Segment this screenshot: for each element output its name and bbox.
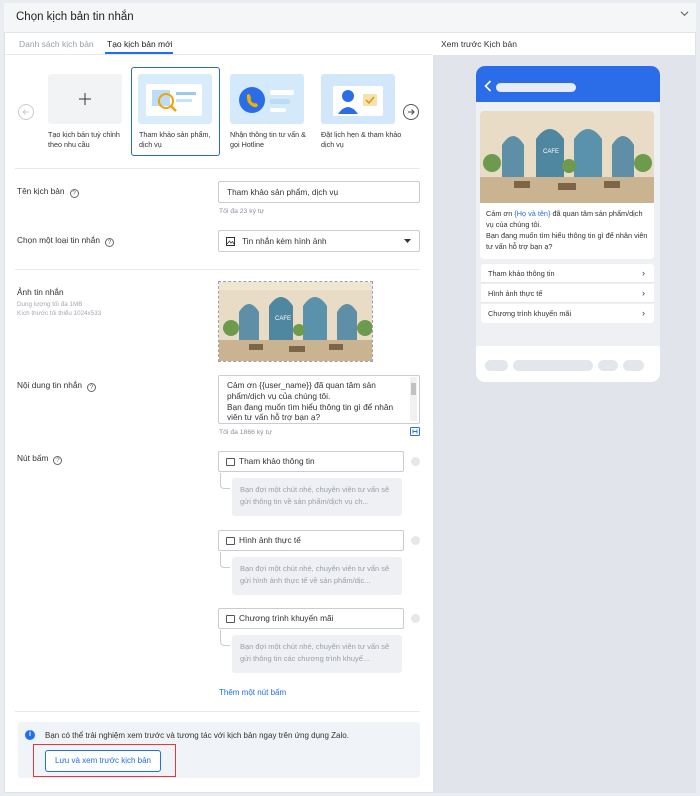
divider (15, 269, 420, 270)
input-bar-placeholder (513, 360, 593, 371)
textarea-scrollbar[interactable] (410, 377, 417, 421)
arrow-left-icon (22, 109, 29, 115)
template-custom-card[interactable] (48, 74, 122, 124)
preview-option-1[interactable]: Tham khảo thông tin › (481, 264, 654, 283)
name-hint: Tối đa 23 ký tự (219, 208, 265, 215)
message-card-image: CAFE (480, 111, 654, 203)
remove-button-icon[interactable] (411, 614, 420, 623)
template-booking-card[interactable] (321, 74, 395, 124)
chevron-right-icon: › (642, 308, 645, 318)
button-label: Tham khảo thông tin (239, 456, 315, 466)
quick-reply-button-1[interactable]: Tham khảo thông tin (218, 451, 404, 472)
scenario-name-input[interactable]: Tham khảo sản phẩm, dịch vụ (218, 181, 420, 203)
quick-reply-button-3[interactable]: Chương trình khuyến mãi (218, 608, 404, 629)
template-product-card[interactable] (138, 74, 212, 124)
greeting-text: Cảm ơn (486, 209, 515, 218)
arrow-right-icon (408, 109, 415, 115)
panel-title: Chọn kịch bản tin nhắn (16, 11, 134, 23)
preview-message-text: Cảm ơn {Họ và tên} đã quan tâm sản phẩm/… (486, 208, 650, 252)
button-label: Chương trình khuyến mãi (239, 613, 334, 623)
chevron-right-icon: › (642, 268, 645, 278)
buttons-label: Nút bấm? (17, 453, 63, 465)
help-icon[interactable]: ? (69, 189, 79, 198)
input-bar-placeholder (598, 360, 618, 371)
content-hint: Tối đa 1866 ký tự (219, 429, 272, 436)
svg-text:CAFE: CAFE (543, 149, 559, 155)
search-doc-icon (146, 84, 202, 116)
input-bar-placeholder (485, 360, 508, 371)
divider (15, 168, 420, 169)
remove-button-icon[interactable] (411, 457, 420, 466)
message-type-value: Tin nhắn kèm hình ảnh (242, 236, 327, 246)
message-icon (226, 615, 235, 623)
chevron-right-icon: › (642, 288, 645, 298)
help-icon[interactable]: ? (105, 238, 115, 247)
message-type-select[interactable]: Tin nhắn kèm hình ảnh (218, 230, 420, 252)
content-label: Nội dung tin nhắn? (17, 380, 97, 392)
button-label: Hình ảnh thực tế (239, 535, 301, 545)
info-text: Bạn có thể trải nghiệm xem trước và tươn… (45, 731, 349, 740)
active-tab-underline (105, 52, 173, 54)
preview-title: Xem trước Kịch bản (441, 39, 517, 49)
input-bar-placeholder (623, 360, 644, 371)
template-hotline-card[interactable] (230, 74, 304, 124)
image-label: Ảnh tin nhắn (17, 287, 64, 297)
template-label-product: Tham khảo sản phẩm, dịch vụ (139, 130, 211, 149)
save-preview-button[interactable]: Lưu và xem trước kịch bản (45, 750, 161, 772)
preview-option-2[interactable]: Hình ảnh thực tế › (481, 284, 654, 303)
question-text: Bạn đang muốn tìm hiểu thông tin gì để n… (486, 231, 648, 251)
remove-button-icon[interactable] (411, 536, 420, 545)
store-photo: CAFE (219, 282, 372, 361)
caret-down-icon (404, 239, 411, 243)
image-hint-size: Dung lượng tối đa 1MB (17, 301, 83, 308)
image-icon (226, 237, 235, 246)
plus-icon (79, 93, 91, 105)
message-image-upload[interactable]: CAFE (218, 281, 373, 362)
quick-reply-button-2[interactable]: Hình ảnh thực tế (218, 530, 404, 551)
carousel-next-button[interactable] (403, 104, 419, 120)
template-label-custom: Tạo kịch bản tuỳ chỉnh theo nhu cầu (48, 130, 120, 149)
message-content-textarea[interactable]: Cảm ơn {{user_name}} đã quan tâm sản phẩ… (218, 375, 420, 424)
back-chevron-icon (484, 80, 492, 92)
auto-reply-3[interactable]: Bạn đợi một chút nhé, chuyên viên tư vấn… (232, 635, 402, 673)
svg-text:CAFE: CAFE (275, 316, 291, 322)
add-button-link[interactable]: Thêm một nút bấm (219, 688, 286, 697)
tab-new-scenario[interactable]: Tạo kịch bản mới (107, 39, 173, 49)
help-icon[interactable]: ? (53, 456, 63, 465)
name-label: Tên kịch bản? (17, 186, 79, 198)
reply-connector (220, 630, 230, 646)
help-icon[interactable]: ? (87, 383, 97, 392)
reply-connector (220, 552, 230, 568)
auto-reply-2[interactable]: Bạn đợi một chút nhé, chuyên viên tư vấn… (232, 557, 402, 595)
store-photo: CAFE (480, 111, 654, 203)
type-label: Chọn một loại tin nhắn? (17, 235, 115, 247)
person-card-icon (333, 86, 383, 116)
phone-icon (239, 87, 294, 113)
option-label: Chương trình khuyến mãi (488, 309, 572, 318)
info-icon: i (25, 730, 35, 740)
preview-option-3[interactable]: Chương trình khuyến mãi › (481, 304, 654, 323)
message-icon (226, 537, 235, 545)
message-icon (226, 458, 235, 466)
template-label-booking: Đặt lịch hẹn & tham khảo dịch vụ (321, 130, 402, 149)
reply-connector (220, 473, 230, 489)
tab-scenario-list[interactable]: Danh sách kịch bản (19, 39, 94, 49)
auto-reply-1[interactable]: Bạn đợi một chút nhé, chuyên viên tư vấn… (232, 478, 402, 516)
chevron-down-icon[interactable] (680, 9, 689, 18)
personalize-icon[interactable] (410, 427, 420, 436)
divider (15, 711, 420, 712)
image-hint-dimension: Kích thước tối thiểu 1024x533 (17, 310, 102, 317)
name-placeholder: {Họ và tên} (514, 209, 551, 218)
carousel-prev-button[interactable] (18, 104, 34, 120)
template-label-hotline: Nhận thông tin tư vấn & gọi Hotline (230, 130, 306, 149)
option-label: Hình ảnh thực tế (488, 289, 543, 298)
option-label: Tham khảo thông tin (488, 269, 555, 278)
header-name-placeholder (496, 83, 576, 92)
